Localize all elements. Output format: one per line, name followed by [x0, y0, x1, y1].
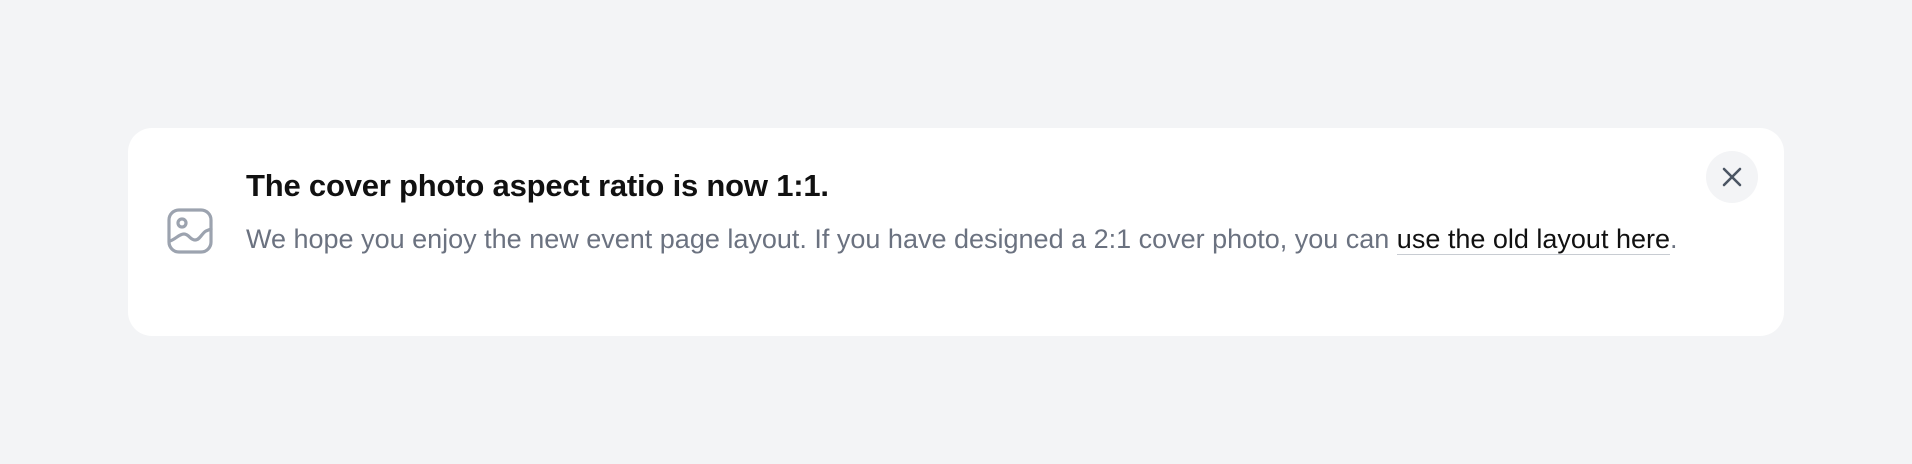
notice-message-end: .	[1670, 224, 1678, 254]
notice-message-text: We hope you enjoy the new event page lay…	[246, 224, 1397, 254]
old-layout-link[interactable]: use the old layout here	[1396, 224, 1670, 255]
cover-photo-notice: The cover photo aspect ratio is now 1:1.…	[128, 128, 1784, 336]
notice-message: We hope you enjoy the new event page lay…	[246, 218, 1686, 260]
close-icon	[1721, 166, 1743, 188]
close-button[interactable]	[1706, 151, 1758, 203]
image-icon	[166, 207, 214, 255]
notice-content: The cover photo aspect ratio is now 1:1.…	[246, 166, 1678, 260]
notice-title: The cover photo aspect ratio is now 1:1.	[246, 168, 829, 203]
